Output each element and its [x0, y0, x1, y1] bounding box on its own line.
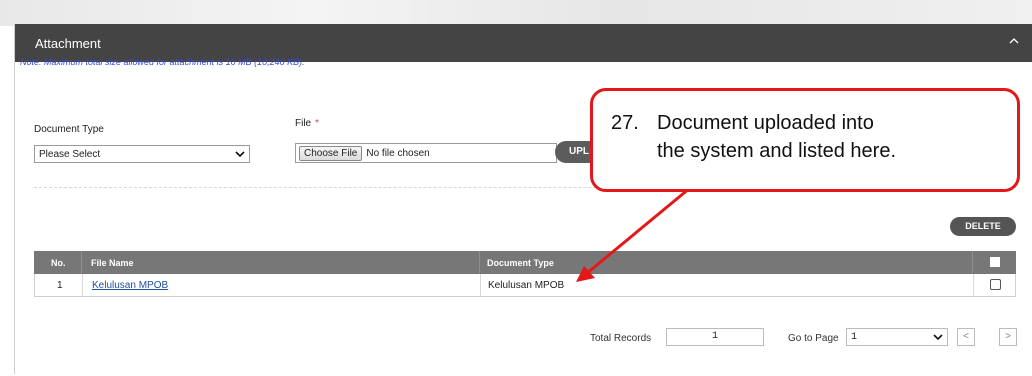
- prev-page-button[interactable]: <: [957, 328, 975, 346]
- annotation-callout: 27. Document uploaded into the system and…: [590, 88, 1020, 192]
- document-type-value: Please Select: [39, 148, 101, 160]
- required-mark: *: [315, 118, 320, 129]
- header-no: No.: [51, 258, 66, 268]
- delete-button[interactable]: DELETE: [950, 217, 1016, 236]
- attachment-panel: Attachment: [14, 24, 1032, 374]
- callout-number: 27.: [611, 112, 639, 134]
- go-to-page-label: Go to Page: [788, 333, 839, 344]
- select-all-checkbox[interactable]: [990, 257, 1000, 267]
- column-separator: [973, 274, 974, 296]
- total-records-value: 1: [666, 328, 764, 346]
- choose-file-button[interactable]: Choose File: [299, 145, 363, 161]
- table-header: No. File Name Document Type: [34, 251, 1016, 274]
- document-type-select[interactable]: Please Select: [34, 145, 250, 163]
- file-label-text: File: [295, 118, 312, 129]
- chevron-down-icon: [235, 151, 245, 158]
- callout-line-1: Document uploaded into: [657, 112, 874, 134]
- row-number: 1: [57, 280, 63, 291]
- file-input[interactable]: Choose File No file chosen: [295, 143, 557, 163]
- row-checkbox[interactable]: [990, 279, 1001, 290]
- chevron-up-icon[interactable]: [1007, 34, 1021, 48]
- column-separator: [480, 274, 481, 296]
- column-separator: [81, 251, 82, 274]
- header-file-name: File Name: [91, 258, 134, 268]
- callout-text: 27. Document uploaded into the system and…: [611, 109, 896, 165]
- next-page-button[interactable]: >: [999, 328, 1017, 346]
- attachment-size-note: Note: Maximum total size allowed for att…: [20, 57, 305, 67]
- page-select-value: 1: [851, 331, 858, 343]
- column-separator: [479, 251, 480, 274]
- file-label: File *: [295, 118, 319, 129]
- column-separator: [82, 274, 83, 296]
- chevron-down-icon: [933, 334, 943, 341]
- page-select[interactable]: 1: [846, 328, 948, 346]
- row-document-type: Kelulusan MPOB: [488, 280, 565, 291]
- total-records-label: Total Records: [590, 333, 652, 344]
- callout-line-2: the system and listed here.: [657, 140, 897, 162]
- table-row: 1 Kelulusan MPOB Kelulusan MPOB: [34, 274, 1016, 297]
- file-name-link[interactable]: Kelulusan MPOB: [92, 280, 168, 291]
- panel-title: Attachment: [35, 36, 101, 51]
- document-type-label: Document Type: [34, 124, 104, 135]
- column-separator: [972, 251, 973, 274]
- page-background: [0, 0, 1032, 26]
- header-document-type: Document Type: [487, 258, 554, 268]
- no-file-text: No file chosen: [366, 147, 430, 159]
